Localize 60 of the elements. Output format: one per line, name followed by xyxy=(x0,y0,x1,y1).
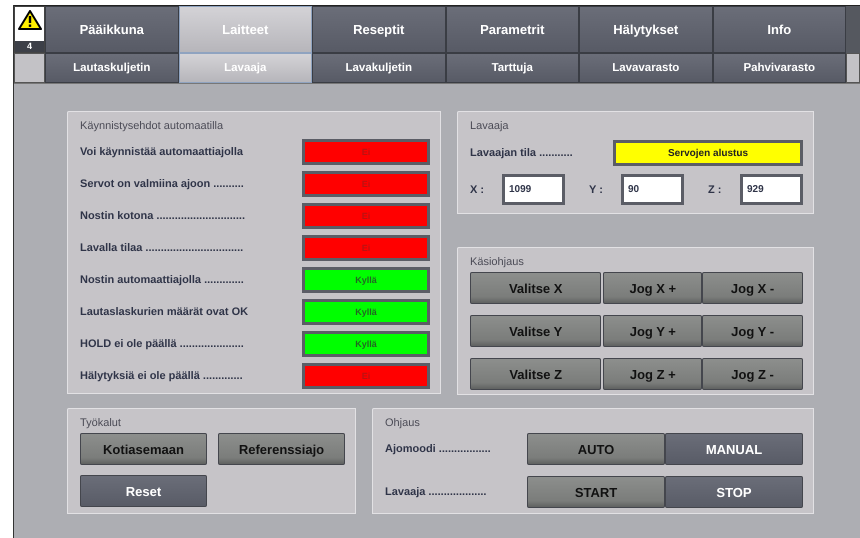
sub-tab[interactable]: Lavavarasto xyxy=(579,53,712,83)
nav-tab[interactable]: Reseptit xyxy=(312,6,446,53)
panel-title: Työkalut xyxy=(80,417,121,429)
control-label: Lavaaja ................... xyxy=(385,486,486,498)
select-axis-button[interactable]: Valitse X xyxy=(470,272,602,304)
condition-label: Servot on valmiina ajoon .......... xyxy=(80,178,244,190)
status-indicator: Ei xyxy=(302,235,430,261)
jog-minus-button[interactable]: Jog X - xyxy=(702,272,803,304)
jog-plus-button[interactable]: Jog Z + xyxy=(603,358,702,390)
status-indicator: Ei xyxy=(302,203,430,229)
status-indicator: Kyllä xyxy=(302,331,430,357)
axis-label: Y : xyxy=(589,184,604,196)
nav-tab[interactable]: Info xyxy=(712,6,846,53)
mode-button[interactable]: AUTO xyxy=(527,433,665,465)
status-indicator: Ei xyxy=(302,171,430,197)
select-axis-button[interactable]: Valitse Z xyxy=(470,358,602,390)
jog-minus-button[interactable]: Jog Z - xyxy=(702,358,803,390)
position-field[interactable]: 90 xyxy=(621,174,684,205)
position-field[interactable]: 1099 xyxy=(502,174,565,205)
jog-plus-button[interactable]: Jog Y + xyxy=(603,315,702,347)
condition-label: Nostin automaattiajolla ............. xyxy=(80,274,244,286)
status-indicator: Ei xyxy=(302,363,430,389)
sub-tab[interactable]: Lavakuljetin xyxy=(312,53,446,83)
status-indicator: Kyllä xyxy=(302,267,430,293)
mode-button[interactable]: START xyxy=(527,476,665,508)
status-indicator: Ei xyxy=(302,139,430,165)
mode-button[interactable]: STOP xyxy=(665,476,803,508)
select-axis-button[interactable]: Valitse Y xyxy=(470,315,602,347)
alarm-count: 4 xyxy=(15,41,44,52)
state-indicator: Servojen alustus xyxy=(613,140,803,166)
sub-tab[interactable]: Tarttuja xyxy=(446,53,579,83)
panel-title: Käynnistysehdot automaatilla xyxy=(80,120,224,132)
axis-label: Z : xyxy=(708,184,722,196)
control-label: Ajomoodi ................. xyxy=(385,443,491,455)
nav-tab[interactable]: Parametrit xyxy=(446,6,579,53)
condition-label: HOLD ei ole päällä ..................... xyxy=(80,338,244,350)
position-field[interactable]: 929 xyxy=(740,174,803,205)
axis-label: X : xyxy=(470,184,486,196)
condition-label: Voi käynnistää automaattiajolla xyxy=(80,146,244,158)
nav-tab[interactable]: Hälytykset xyxy=(579,6,712,53)
nav-tab[interactable]: Pääikkuna xyxy=(45,6,178,53)
panel-title: Lavaaja xyxy=(470,120,509,132)
alarm-indicator[interactable]: 4 xyxy=(14,6,45,53)
status-indicator: Kyllä xyxy=(302,299,430,325)
condition-label: Lavalla tilaa ................................ xyxy=(80,242,244,254)
condition-label: Lautaslaskurien määrät ovat OK xyxy=(80,306,248,318)
panel-title: Käsiohjaus xyxy=(470,256,524,268)
panel-title: Ohjaus xyxy=(385,417,420,429)
jog-plus-button[interactable]: Jog X + xyxy=(603,272,702,304)
condition-label: Nostin kotona ............................. xyxy=(80,210,246,222)
mode-button[interactable]: MANUAL xyxy=(665,433,803,465)
sub-tab[interactable]: Pahvivarasto xyxy=(712,53,846,83)
tool-button[interactable]: Kotiasemaan xyxy=(80,433,207,465)
state-label: Lavaajan tila ........... xyxy=(470,147,573,159)
sub-tab[interactable]: Lautaskuljetin xyxy=(45,53,178,83)
jog-minus-button[interactable]: Jog Y - xyxy=(702,315,803,347)
warning-icon xyxy=(18,10,42,30)
tool-button[interactable]: Referenssiajo xyxy=(218,433,345,465)
condition-label: Hälytyksiä ei ole päällä ............. xyxy=(80,370,243,382)
tool-button[interactable]: Reset xyxy=(80,475,207,507)
